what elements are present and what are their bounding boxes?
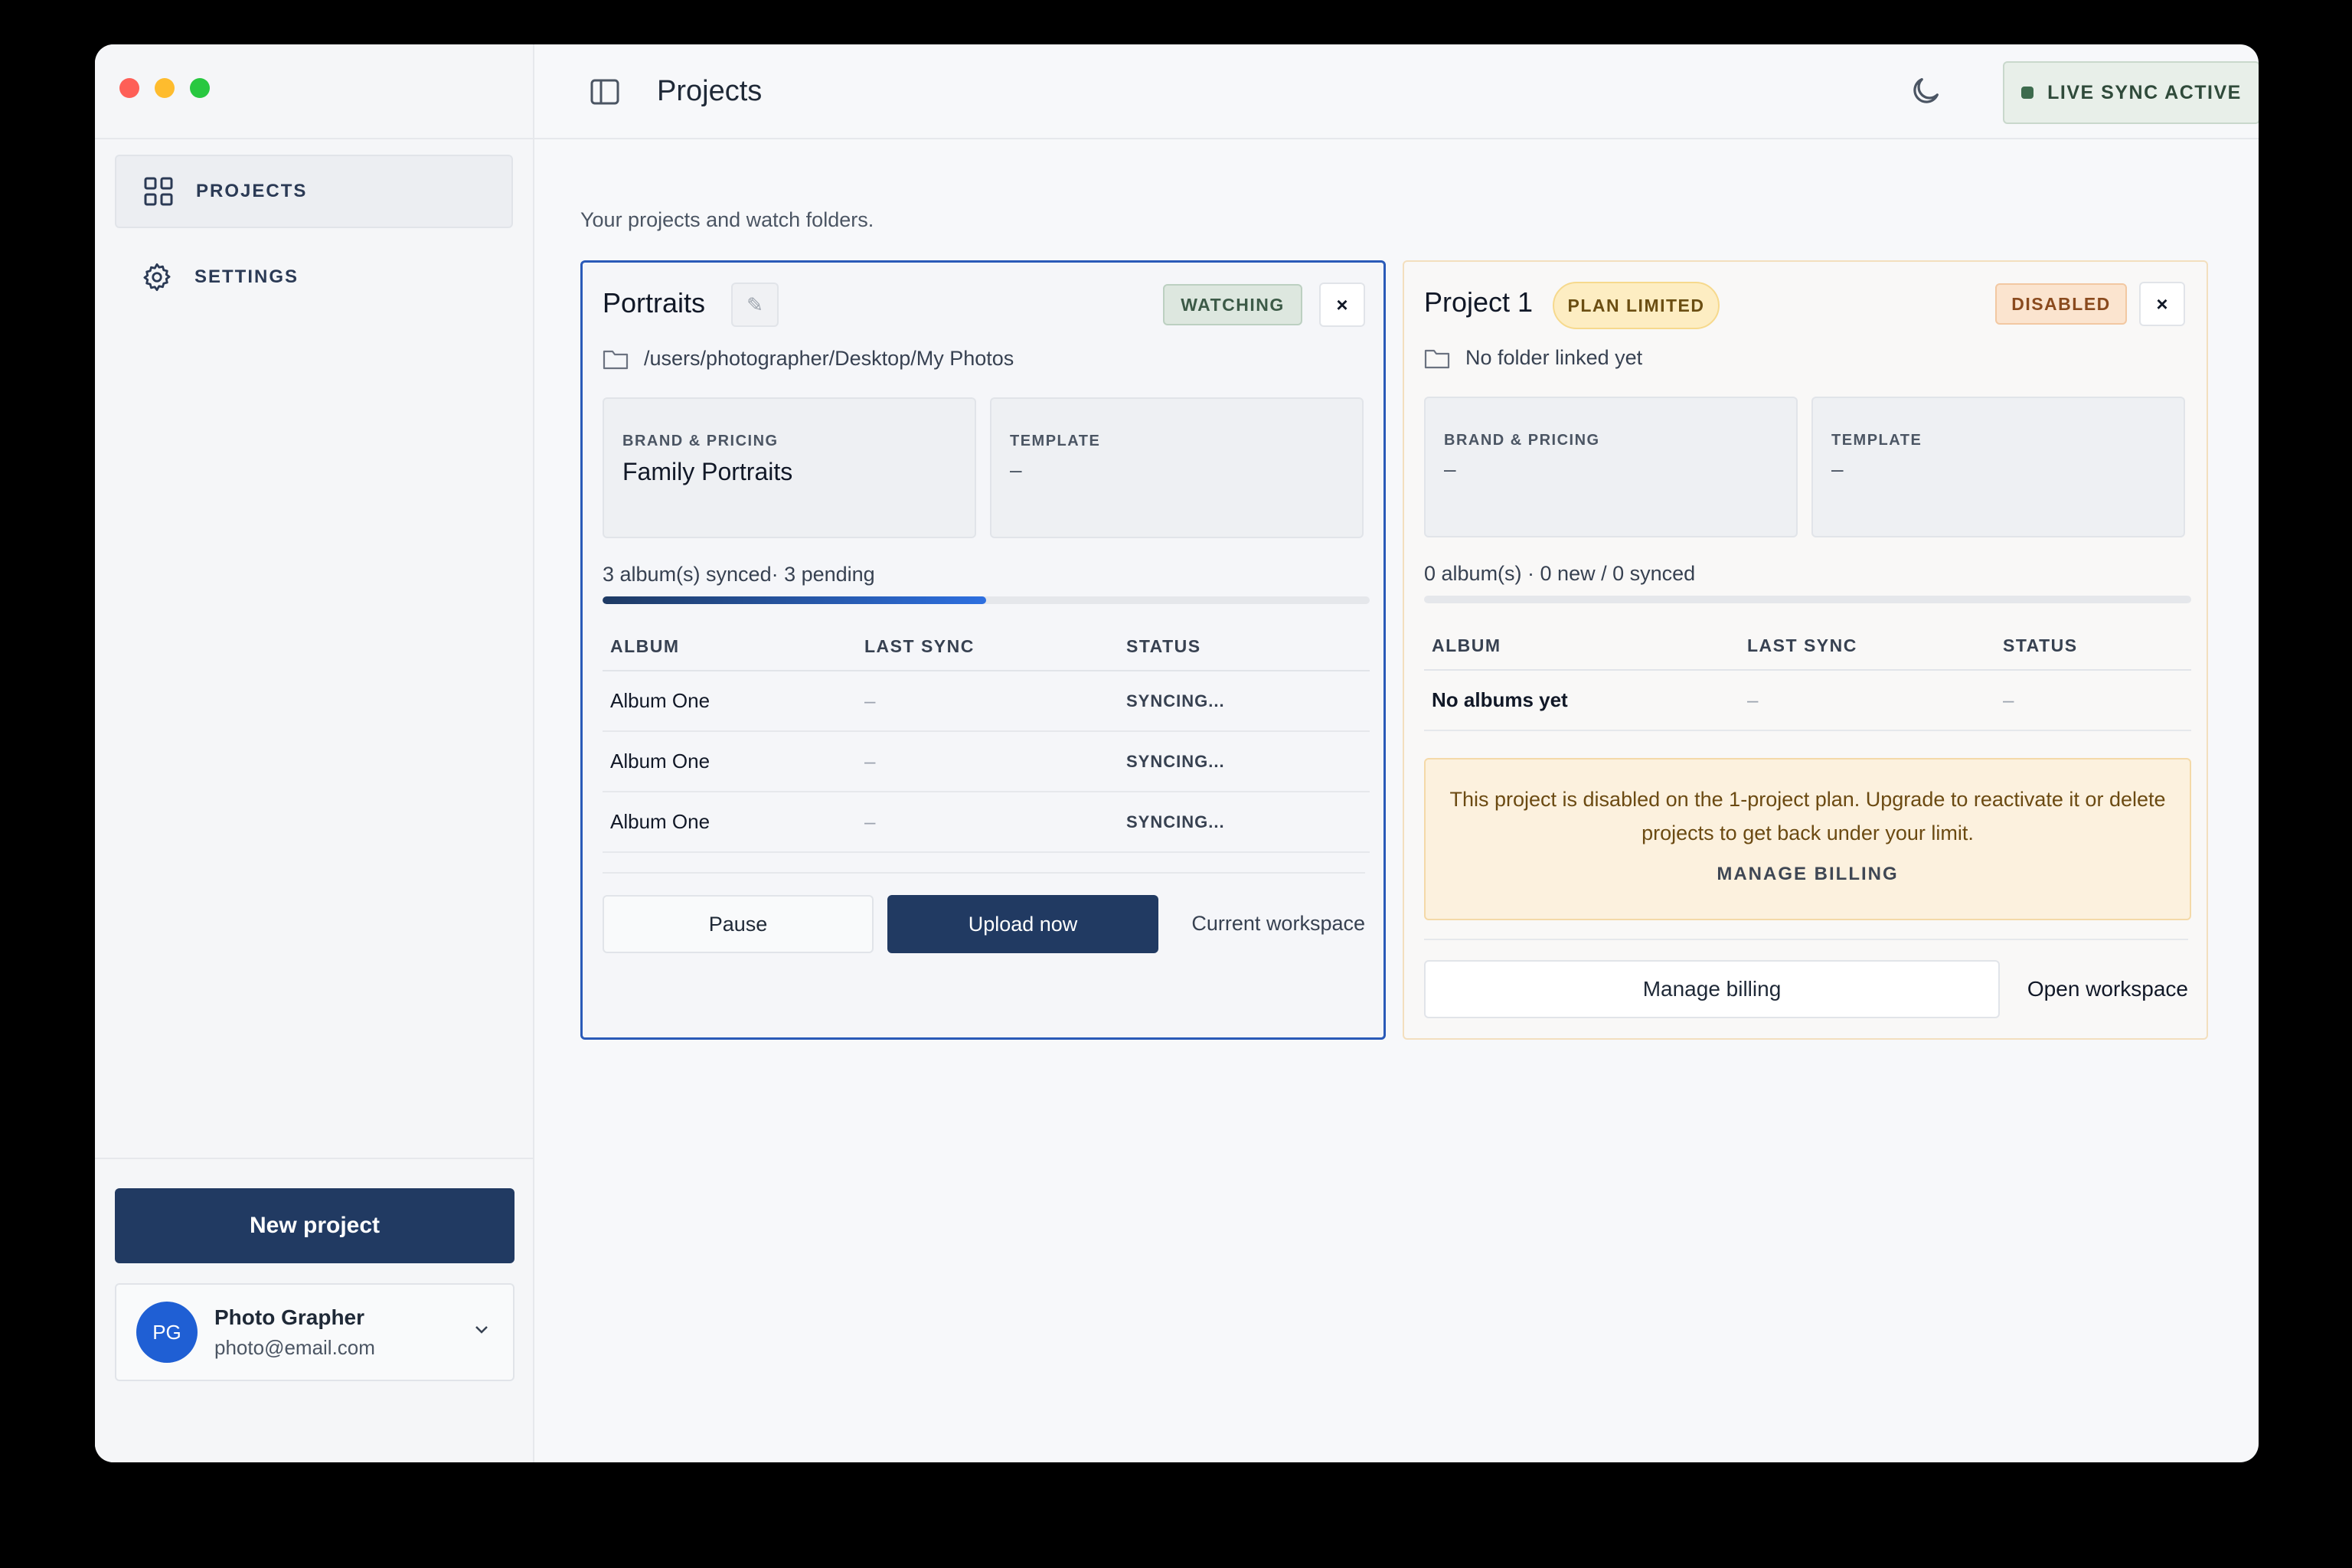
brand-pricing-label: BRAND & PRICING [622,433,779,449]
sync-status: SYNCING... [1126,812,1225,831]
sidebar: PROJECTS SETTINGS New project PG Photo G… [95,44,534,1462]
folder-path-row: /users/photographer/Desktop/My Photos [603,347,1014,371]
manage-billing-link[interactable]: MANAGE BILLING [1426,864,2190,885]
main-content: Projects LIVE SYNC ACTIVE Your projects … [534,44,2259,1462]
project-card-portraits[interactable]: Portraits ✎ WATCHING × /users/photograph… [580,260,1386,1040]
table-row[interactable]: Album One – SYNCING... [603,671,1370,732]
current-workspace-label: Current workspace [1191,912,1365,935]
card-divider [603,872,1365,874]
plan-limit-warning: This project is disabled on the 1-projec… [1424,758,2191,920]
sidebar-item-label: SETTINGS [194,266,299,287]
pause-button[interactable]: Pause [603,895,874,953]
project-card-project-1[interactable]: Project 1 PLAN LIMITED DISABLED × No fol… [1403,260,2208,1040]
brand-pricing-box[interactable]: BRAND & PRICING – [1424,397,1798,537]
column-header-last-sync[interactable]: LAST SYNC [1741,635,1997,656]
card-divider [1424,939,2188,940]
template-label: TEMPLATE [1831,432,1922,449]
minimize-window-button[interactable] [155,78,175,98]
live-sync-label: LIVE SYNC ACTIVE [2047,81,2242,103]
sidebar-toggle-icon[interactable] [590,77,620,107]
user-name: Photo Grapher [214,1305,365,1329]
pencil-icon[interactable]: ✎ [731,283,779,327]
last-sync: – [864,689,876,712]
new-project-button[interactable]: New project [115,1188,514,1263]
table-header: ALBUM LAST SYNC STATUS [1424,622,2191,671]
folder-icon [1424,347,1450,370]
avatar: PG [136,1302,198,1363]
page-title: Projects [657,75,763,107]
gear-icon [141,261,173,293]
brand-pricing-value: – [1444,457,1456,481]
moon-icon[interactable] [1908,74,1943,109]
table-row[interactable]: Album One – SYNCING... [603,792,1370,853]
sidebar-nav: PROJECTS SETTINGS [115,155,513,326]
sync-progress-fill [603,596,986,604]
brand-pricing-value: Family Portraits [622,458,793,485]
sync-status: – [2003,688,2014,711]
column-header-album[interactable]: ALBUM [603,636,858,657]
warning-text: This project is disabled on the 1-projec… [1449,788,2166,844]
album-name: Album One [610,810,710,833]
album-name: Album One [610,750,710,773]
last-sync: – [864,810,876,833]
live-sync-status-badge: LIVE SYNC ACTIVE [2003,61,2259,124]
folder-icon [603,348,629,371]
template-label: TEMPLATE [1010,433,1101,449]
brand-pricing-label: BRAND & PRICING [1444,432,1600,449]
sidebar-item-projects[interactable]: PROJECTS [115,155,513,228]
sync-status: SYNCING... [1126,691,1225,710]
sync-progress-bar [1424,596,2191,603]
sidebar-divider [95,138,533,139]
app-window: PROJECTS SETTINGS New project PG Photo G… [95,44,2259,1462]
user-email: photo@email.com [214,1335,375,1359]
user-menu[interactable]: PG Photo Grapher photo@email.com [115,1283,514,1381]
sidebar-item-label: PROJECTS [196,181,308,201]
column-header-status[interactable]: STATUS [1997,635,2191,656]
template-box[interactable]: TEMPLATE – [990,397,1364,538]
album-name: Album One [610,689,710,712]
close-window-button[interactable] [119,78,139,98]
grid-icon [142,175,175,207]
zoom-window-button[interactable] [190,78,210,98]
album-table: ALBUM LAST SYNC STATUS Album One – SYNCI… [603,622,1370,853]
sync-summary: 0 album(s) · 0 new / 0 synced [1424,562,1696,585]
page-subtitle: Your projects and watch folders. [580,208,874,231]
status-dot-icon [2021,87,2034,99]
template-value: – [1010,458,1022,482]
sync-progress-bar [603,596,1370,604]
column-header-status[interactable]: STATUS [1120,636,1370,657]
manage-billing-button[interactable]: Manage billing [1424,960,2000,1018]
last-sync: – [864,750,876,773]
table-row: No albums yet – – [1424,671,2191,731]
project-title: Portraits [603,287,706,318]
chevron-down-icon[interactable] [473,1325,490,1339]
folder-path: No folder linked yet [1465,346,1643,369]
sync-status: SYNCING... [1126,751,1225,771]
project-title: Project 1 [1424,286,1534,318]
folder-path: /users/photographer/Desktop/My Photos [644,347,1014,370]
table-header: ALBUM LAST SYNC STATUS [603,622,1370,671]
template-value: – [1831,457,1844,481]
open-workspace-link[interactable]: Open workspace [2027,977,2188,1001]
status-badge: WATCHING [1163,284,1302,325]
column-header-album[interactable]: ALBUM [1424,635,1741,656]
window-controls [119,78,210,98]
sidebar-item-settings[interactable]: SETTINGS [115,240,513,314]
status-badge: DISABLED [1995,283,2127,325]
upload-now-button[interactable]: Upload now [887,895,1158,953]
close-icon[interactable]: × [1319,283,1365,327]
brand-pricing-box[interactable]: BRAND & PRICING Family Portraits [603,397,976,538]
sync-summary: 3 album(s) synced· 3 pending [603,563,875,586]
album-name: No albums yet [1432,688,1568,711]
album-table: ALBUM LAST SYNC STATUS No albums yet – – [1424,622,2191,731]
column-header-last-sync[interactable]: LAST SYNC [858,636,1120,657]
table-row[interactable]: Album One – SYNCING... [603,732,1370,792]
close-icon[interactable]: × [2139,282,2185,326]
plan-limited-badge: PLAN LIMITED [1553,282,1720,329]
folder-path-row: No folder linked yet [1424,346,1642,370]
template-box[interactable]: TEMPLATE – [1811,397,2185,537]
sidebar-divider [95,1158,533,1159]
top-bar: Projects LIVE SYNC ACTIVE [534,44,2259,139]
last-sync: – [1747,688,1759,711]
